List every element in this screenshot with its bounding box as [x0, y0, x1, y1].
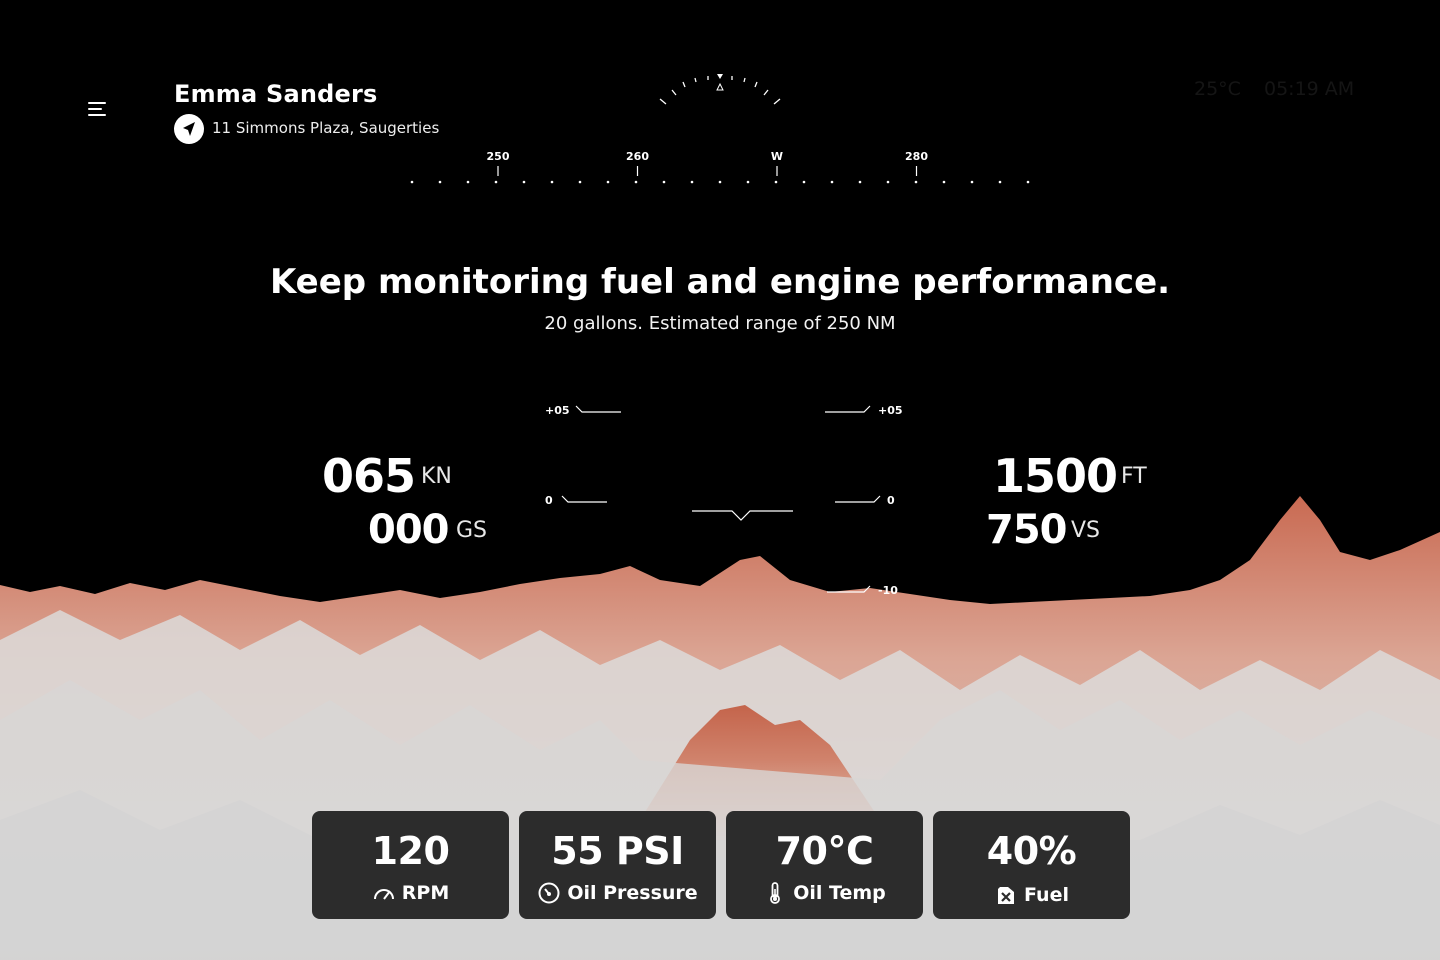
oil-pressure-icon	[538, 882, 560, 904]
heading-label: 250	[486, 150, 510, 163]
heading-dot	[970, 180, 974, 184]
heading-dot	[494, 180, 498, 184]
groundspeed-unit: GS	[456, 518, 488, 543]
oil-temp-label: Oil Temp	[793, 882, 886, 904]
pitch-label-right-plus5: +05	[878, 404, 903, 417]
pitch-line-left-zero	[561, 495, 607, 503]
aircraft-reference-symbol	[692, 510, 793, 521]
heading-dot	[466, 180, 470, 184]
heading-dot	[914, 180, 918, 184]
oil-pressure-label: Oil Pressure	[567, 882, 698, 904]
airspeed-unit: KN	[421, 464, 452, 489]
fuel-label: Fuel	[1024, 884, 1069, 906]
pitch-line-right-minus10	[827, 585, 871, 593]
oil-pressure-value: 55 PSI	[551, 829, 684, 873]
heading-dot	[634, 180, 638, 184]
heading-dot	[998, 180, 1002, 184]
thermometer-icon	[770, 882, 781, 904]
heading-dot	[1026, 180, 1030, 184]
user-name: Emma Sanders	[174, 80, 378, 108]
heading-dot	[746, 180, 750, 184]
heading-label: 280	[905, 150, 928, 163]
oil-temp-card[interactable]: 70°C Oil Temp	[726, 811, 923, 919]
heading-dot	[830, 180, 834, 184]
heading-dot	[550, 180, 554, 184]
navigation-arrow-icon[interactable]	[174, 114, 204, 144]
pitch-line-right-plus5	[825, 405, 871, 413]
rpm-label: RPM	[401, 882, 450, 904]
oil-temp-value: 70°C	[775, 829, 874, 873]
heading-dot	[438, 180, 442, 184]
tachometer-icon	[373, 889, 394, 900]
oil-pressure-card[interactable]: 55 PSI Oil Pressure	[519, 811, 716, 919]
heading-label: W	[770, 150, 784, 163]
pitch-label-left-plus5: +05	[545, 404, 570, 417]
heading-dot	[606, 180, 610, 184]
menu-icon	[88, 102, 106, 104]
heading-dot	[662, 180, 666, 184]
heading-dot	[802, 180, 806, 184]
heading-scale: 250 260 W 280	[400, 140, 1040, 200]
pitch-label-right-minus10: -10	[878, 584, 898, 597]
pitch-line-right-zero	[835, 495, 881, 503]
pitch-label-left-zero: 0	[545, 494, 553, 507]
menu-button[interactable]	[80, 96, 112, 124]
heading-dot	[774, 180, 778, 184]
pitch-label-right-zero: 0	[887, 494, 895, 507]
heading-dot	[886, 180, 890, 184]
roll-indicator	[659, 74, 781, 105]
advisory-subtitle: 20 gallons. Estimated range of 250 NM	[544, 313, 896, 334]
altitude-value: 1500	[993, 449, 1118, 503]
heading-dot	[410, 180, 414, 184]
heading-dot	[942, 180, 946, 184]
heading-dot	[858, 180, 862, 184]
vertical-speed-unit: VS	[1071, 518, 1101, 543]
airspeed-value: 065	[322, 449, 416, 503]
temperature-readout: 25°C	[1194, 78, 1241, 100]
advisory-title: Keep monitoring fuel and engine performa…	[269, 262, 1171, 302]
location-address: 11 Simmons Plaza, Saugerties	[212, 119, 440, 137]
clock-readout: 05:19 AM	[1264, 78, 1355, 100]
groundspeed-value: 000	[368, 507, 449, 553]
pitch-line-left-plus5	[575, 405, 621, 413]
fuel-card[interactable]: 40% Fuel	[933, 811, 1130, 919]
rpm-value: 120	[371, 829, 450, 873]
heading-dot	[522, 180, 526, 184]
heading-label: 260	[626, 150, 649, 163]
heading-dot	[578, 180, 582, 184]
fuel-value: 40%	[986, 829, 1077, 873]
pitch-ladder: +05 0 +05 0 -10	[530, 390, 920, 610]
vertical-speed-value: 750	[986, 507, 1067, 553]
heading-dot	[718, 180, 722, 184]
altitude-unit: FT	[1121, 464, 1147, 489]
fuel-can-icon	[998, 887, 1015, 904]
heading-dot	[690, 180, 694, 184]
rpm-card[interactable]: 120 RPM	[312, 811, 509, 919]
